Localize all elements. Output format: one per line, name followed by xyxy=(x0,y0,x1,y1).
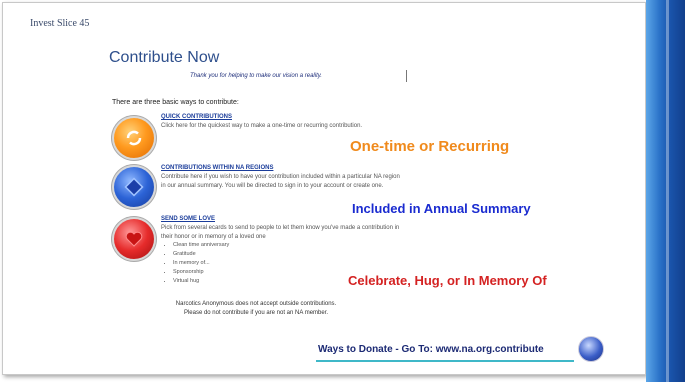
refresh-glyph xyxy=(126,130,142,146)
quick-contributions-desc: Click here for the quickest way to make … xyxy=(161,123,363,129)
intro-text: There are three basic ways to contribute… xyxy=(112,99,239,106)
sidebar-stripe xyxy=(666,0,669,382)
donate-underline xyxy=(316,360,574,362)
list-item: Clean time anniversary xyxy=(173,241,229,250)
quick-contributions-link[interactable]: QUICK CONTRIBUTIONS xyxy=(161,114,232,120)
diamond-glyph xyxy=(124,177,144,197)
disclaimer-line: Narcotics Anonymous does not accept outs… xyxy=(175,301,337,307)
page-title: Contribute Now xyxy=(109,49,220,66)
ecard-list: Clean time anniversary Gratitude In memo… xyxy=(163,241,229,286)
list-item: In memory of... xyxy=(173,259,229,268)
send-some-love-desc: Pick from several ecards to send to peop… xyxy=(161,225,400,240)
tagline: Thank you for helping to make our vision… xyxy=(190,73,322,79)
text-cursor xyxy=(406,70,407,82)
breadcrumb: Invest Slice 45 xyxy=(30,18,90,29)
list-item: Sponsorship xyxy=(173,268,229,277)
callout-celebrate: Celebrate, Hug, or In Memory Of xyxy=(348,273,547,288)
callout-annual-summary: Included in Annual Summary xyxy=(352,201,531,216)
regions-contributions-desc: Contribute here if you wish to have your… xyxy=(161,174,400,189)
disclaimer-line: Please do not contribute if you are not … xyxy=(183,310,329,316)
refresh-icon[interactable] xyxy=(114,118,154,158)
heart-glyph xyxy=(125,231,143,247)
regions-contributions-link[interactable]: CONTRIBUTIONS WITHIN NA REGIONS xyxy=(161,165,273,171)
list-item: Virtual hug xyxy=(173,277,229,286)
callout-one-time: One-time or Recurring xyxy=(350,138,510,155)
heart-icon[interactable] xyxy=(114,219,154,259)
sidebar-accent xyxy=(646,0,685,382)
diamond-icon[interactable] xyxy=(114,167,154,207)
na-logo-icon xyxy=(578,336,604,362)
list-item: Gratitude xyxy=(173,250,229,259)
send-some-love-link[interactable]: SEND SOME LOVE xyxy=(161,216,215,222)
disclaimer: Narcotics Anonymous does not accept outs… xyxy=(170,300,342,318)
donate-link[interactable]: Ways to Donate - Go To: www.na.org.contr… xyxy=(318,344,544,355)
